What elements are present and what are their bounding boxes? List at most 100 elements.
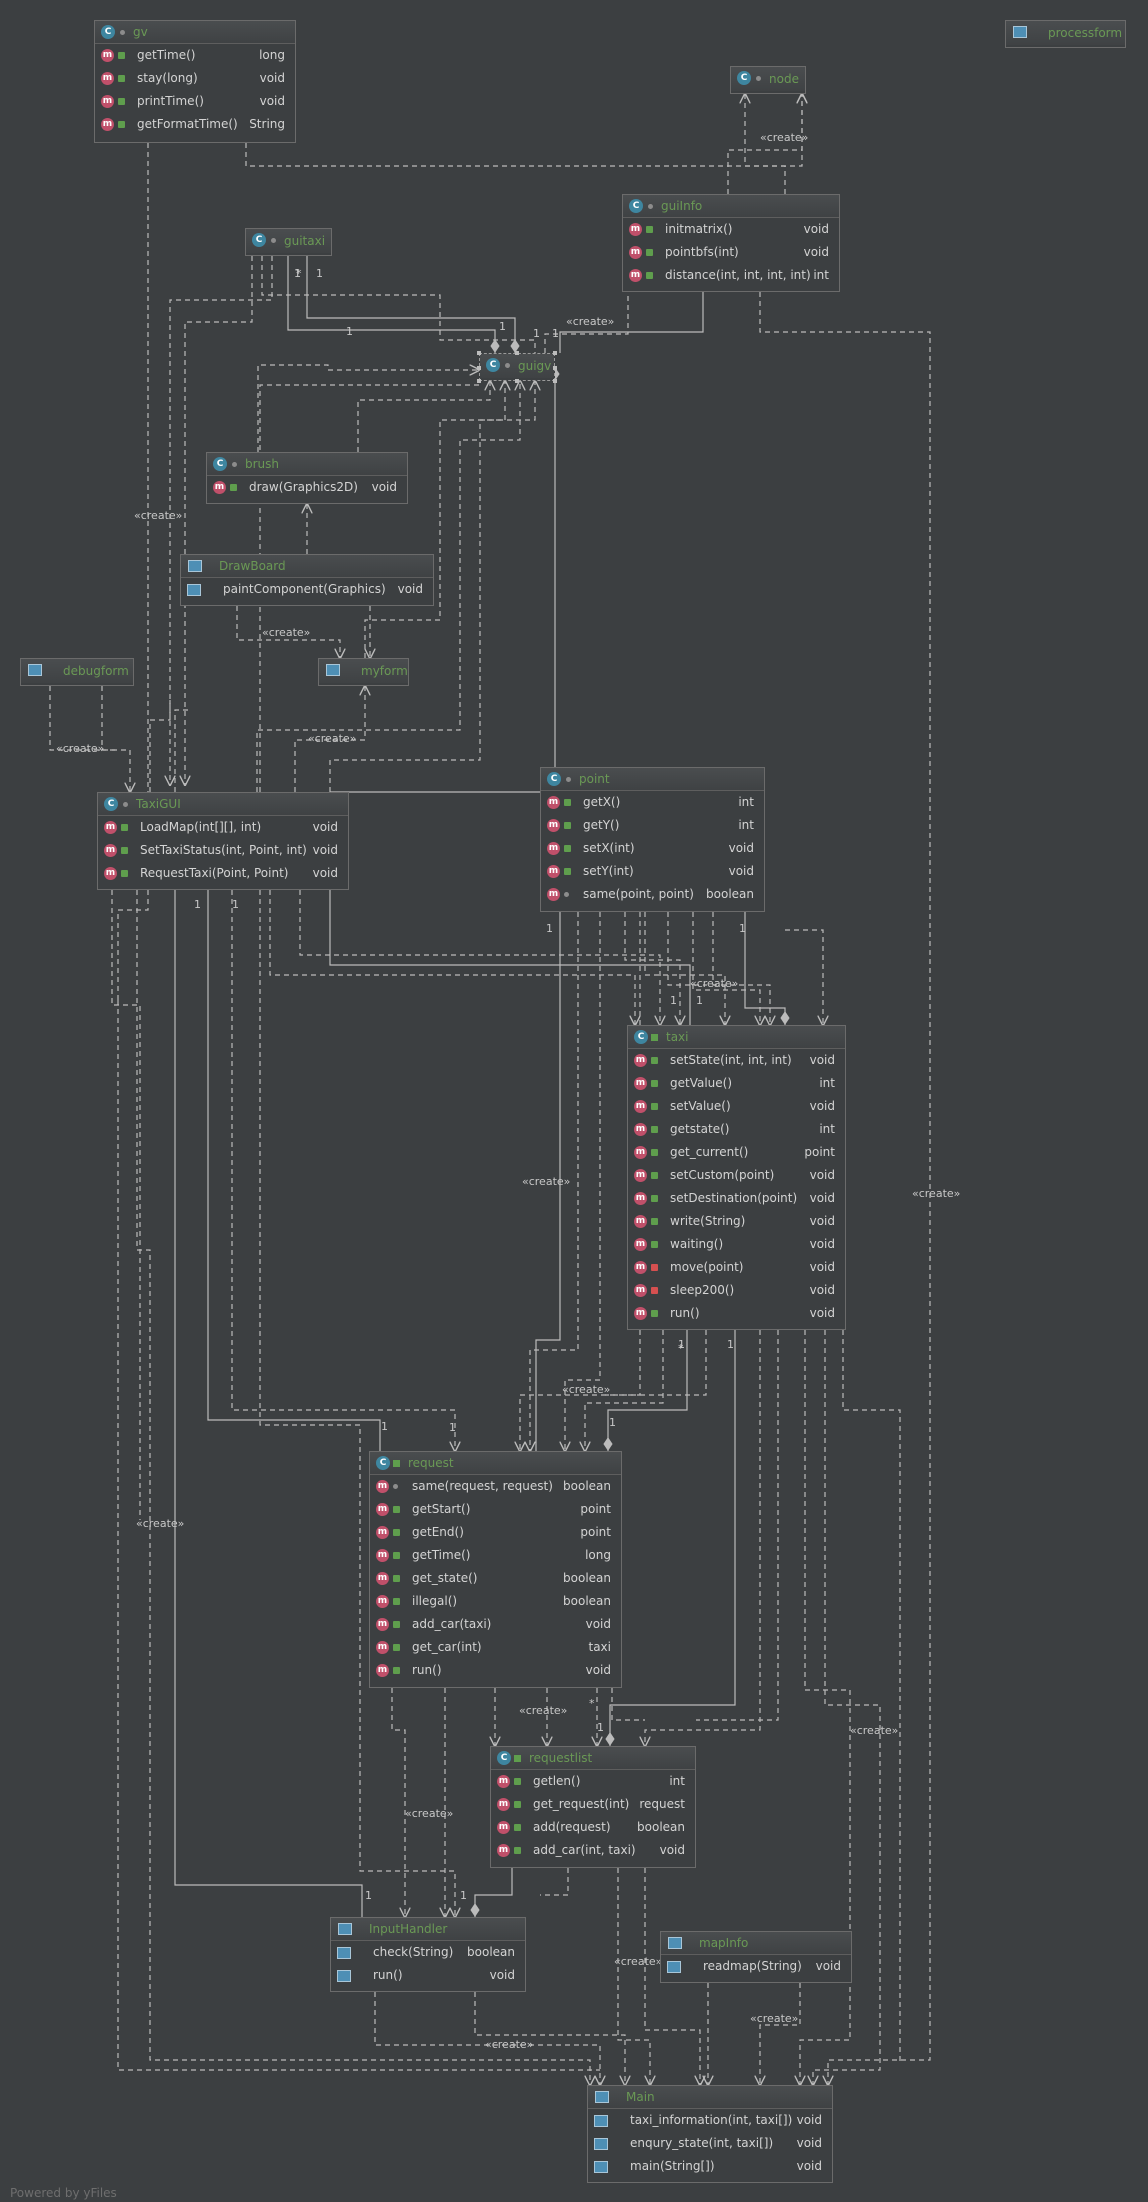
method-row[interactable]: m setCustom(point) void <box>628 1164 845 1187</box>
class-guitaxi[interactable]: Cguitaxi <box>245 228 332 256</box>
method-row[interactable]: m setDestination(point) void <box>628 1187 845 1210</box>
class-InputHandler[interactable]: InputHandler check(String) boolean run() v… <box>330 1917 526 1992</box>
method-row[interactable]: m getTime() long <box>370 1544 621 1567</box>
method-row[interactable]: m getY() int <box>541 814 764 837</box>
method-row[interactable]: m getStart() point <box>370 1498 621 1521</box>
class-Main[interactable]: Main taxi_information(int, taxi[]) void e… <box>587 2085 833 2183</box>
method-row[interactable]: m add_car(int, taxi) void <box>491 1839 695 1862</box>
method-row[interactable]: m stay(long) void <box>95 67 295 90</box>
method-row[interactable]: m setValue() void <box>628 1095 845 1118</box>
method-row[interactable]: m getX() int <box>541 791 764 814</box>
method-row[interactable]: m same(point, point) boolean <box>541 883 764 906</box>
selection-handle[interactable] <box>515 379 519 383</box>
method-row[interactable]: m write(String) void <box>628 1210 845 1233</box>
class-myform[interactable]: myform <box>318 658 409 686</box>
method-row[interactable]: m get_request(int) request <box>491 1793 695 1816</box>
selection-handle[interactable] <box>553 366 557 370</box>
relationship-edge <box>624 912 680 1025</box>
method-row[interactable]: paintComponent(Graphics) void <box>181 578 433 601</box>
class-header: Crequestlist <box>491 1747 695 1770</box>
class-icon: C <box>486 358 500 372</box>
class-name: node <box>769 72 799 86</box>
method-row[interactable]: m get_current() point <box>628 1141 845 1164</box>
form-icon <box>28 664 42 676</box>
selection-handle[interactable] <box>477 379 481 383</box>
method-row[interactable]: m setState(int, int, int) void <box>628 1049 845 1072</box>
class-processform[interactable]: processform <box>1005 20 1126 48</box>
method-row[interactable]: readmap(String) void <box>661 1955 851 1978</box>
method-row[interactable]: m sleep200() void <box>628 1279 845 1302</box>
method-row[interactable]: main(String[]) void <box>588 2155 832 2178</box>
public-icon <box>564 799 571 806</box>
method-row[interactable]: taxi_information(int, taxi[]) void <box>588 2109 832 2132</box>
class-debugform[interactable]: debugform <box>20 658 134 686</box>
class-point[interactable]: Cpoint m getX() int m getY() int m setX(int) v… <box>540 767 765 912</box>
class-header: DrawBoard <box>181 555 433 578</box>
class-name: taxi <box>666 1030 689 1044</box>
method-icon: m <box>104 867 117 880</box>
method-row[interactable]: m setY(int) void <box>541 860 764 883</box>
selection-handle[interactable] <box>477 351 481 355</box>
method-row[interactable]: m run() void <box>370 1659 621 1682</box>
method-row[interactable]: m distance(int, int, int, int) int <box>623 264 839 287</box>
class-TaxiGUI[interactable]: C TaxiGUI m LoadMap(int[][], int) void m Set… <box>97 792 349 890</box>
method-row[interactable]: m pointbfs(int) void <box>623 241 839 264</box>
method-row[interactable]: m getValue() int <box>628 1072 845 1095</box>
method-row[interactable]: enqury_state(int, taxi[]) void <box>588 2132 832 2155</box>
method-row[interactable]: m same(request, request) boolean <box>370 1475 621 1498</box>
public-icon <box>393 1644 400 1651</box>
selection-handle[interactable] <box>553 351 557 355</box>
public-icon <box>393 1460 400 1467</box>
method-icon: m <box>376 1480 389 1493</box>
method-row[interactable]: check(String) boolean <box>331 1941 525 1964</box>
class-name: point <box>579 772 610 786</box>
class-brush[interactable]: Cbrush m draw(Graphics2D) void <box>206 452 408 504</box>
class-icon: C <box>376 1456 390 1470</box>
method-row[interactable]: m getstate() int <box>628 1118 845 1141</box>
method-row[interactable]: m illegal() boolean <box>370 1590 621 1613</box>
method-row[interactable]: m getEnd() point <box>370 1521 621 1544</box>
class-header: Crequest <box>370 1452 621 1475</box>
selection-handle[interactable] <box>515 351 519 355</box>
method-row[interactable]: m getlen() int <box>491 1770 695 1793</box>
class-taxi[interactable]: Ctaxi m setState(int, int, int) void m getV… <box>627 1025 846 1330</box>
method-row[interactable]: m waiting() void <box>628 1233 845 1256</box>
method-row[interactable]: m move(point) void <box>628 1256 845 1279</box>
class-node[interactable]: Cnode <box>730 66 806 94</box>
method-row[interactable]: m printTime() void <box>95 90 295 113</box>
class-name: gv <box>133 25 148 39</box>
method-row[interactable]: m LoadMap(int[][], int) void <box>98 816 348 839</box>
class-icon: C <box>101 25 115 39</box>
method-row[interactable]: m draw(Graphics2D) void <box>207 476 407 499</box>
method-row[interactable]: m setX(int) void <box>541 837 764 860</box>
selection-handle[interactable] <box>553 379 557 383</box>
class-guigv[interactable]: Cguigv <box>477 351 557 383</box>
relationship-edge <box>231 890 455 1451</box>
composition-diamond <box>605 1732 615 1746</box>
class-request[interactable]: Crequest m same(request, request) boolean … <box>369 1451 622 1688</box>
method-row[interactable]: m RequestTaxi(Point, Point) void <box>98 862 348 885</box>
method-row[interactable]: m getFormatTime() String <box>95 113 295 136</box>
class-name: InputHandler <box>369 1922 448 1936</box>
class-gv[interactable]: Cgv m getTime() long m stay(long) void m prin… <box>94 20 296 143</box>
class-guiInfo[interactable]: CguiInfo m initmatrix() void m pointbfs(int… <box>622 194 840 292</box>
method-row[interactable]: m getTime() long <box>95 44 295 67</box>
relationship-edge <box>207 890 381 1451</box>
method-row[interactable]: m add(request) boolean <box>491 1816 695 1839</box>
method-icon: m <box>547 888 560 901</box>
method-row[interactable]: m initmatrix() void <box>623 218 839 241</box>
public-icon <box>564 868 571 875</box>
method-icon: m <box>497 1844 510 1857</box>
method-row[interactable]: m get_car(int) taxi <box>370 1636 621 1659</box>
class-mapInfo[interactable]: mapInfo readmap(String) void <box>660 1931 852 1983</box>
relationship-edge <box>261 256 536 353</box>
multiplicity-label: 1 <box>316 267 323 280</box>
method-row[interactable]: m get_state() boolean <box>370 1567 621 1590</box>
class-requestlist[interactable]: Crequestlist m getlen() int m get_request(i… <box>490 1746 696 1868</box>
method-row[interactable]: run() void <box>331 1964 525 1987</box>
method-row[interactable]: m SetTaxiStatus(int, Point, int) void <box>98 839 348 862</box>
method-row[interactable]: m add_car(taxi) void <box>370 1613 621 1636</box>
class-DrawBoard[interactable]: DrawBoard paintComponent(Graphics) void <box>180 554 434 606</box>
selection-handle[interactable] <box>477 366 481 370</box>
method-row[interactable]: m run() void <box>628 1302 845 1325</box>
